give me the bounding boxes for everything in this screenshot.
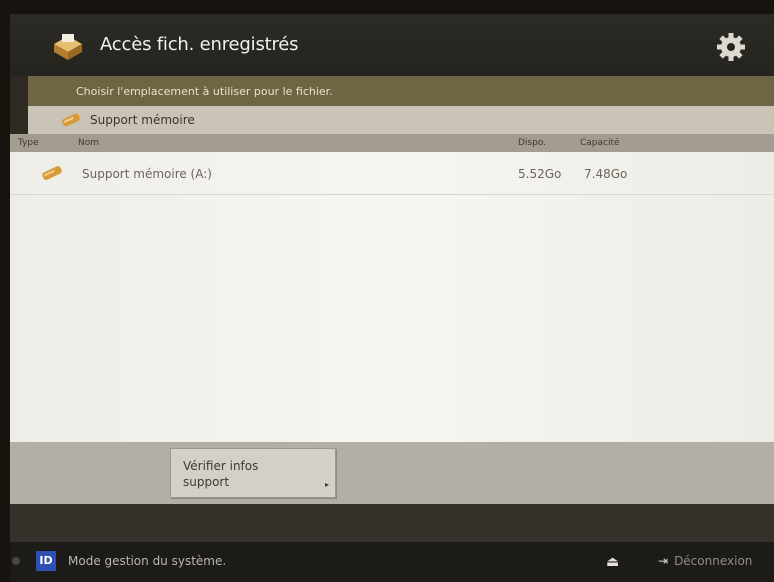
instruction-text: Choisir l'emplacement à utiliser pour le… — [76, 85, 333, 98]
column-free: Dispo. — [518, 138, 547, 148]
gear-icon[interactable] — [716, 32, 746, 62]
location-label: Support mémoire — [90, 113, 195, 127]
file-drawer-icon — [54, 34, 82, 60]
header-bar: Accès fich. enregistrés — [10, 14, 774, 76]
bottom-toolbar: Vérifier infos support ▸ — [10, 442, 774, 504]
memory-media-icon — [62, 113, 80, 127]
check-media-info-label: Vérifier infos support — [183, 459, 259, 489]
spacer-bar — [10, 504, 774, 542]
column-name: Nom — [78, 138, 100, 148]
logout-button[interactable]: ⇥ Déconnexion — [658, 554, 752, 568]
page-title: Accès fich. enregistrés — [100, 34, 299, 55]
instruction-bar: Choisir l'emplacement à utiliser pour le… — [28, 76, 774, 106]
list-item[interactable]: Support mémoire (A:) 5.52Go 7.48Go — [10, 152, 774, 195]
device-screen: Accès fich. enregistrés Choisir l'emplac… — [10, 14, 774, 582]
file-list: Support mémoire (A:) 5.52Go 7.48Go — [10, 152, 774, 442]
logout-icon: ⇥ — [658, 554, 669, 568]
arrow-right-icon: ▸ — [325, 480, 330, 489]
item-free: 5.52Go — [518, 167, 562, 181]
column-capacity: Capacité — [580, 138, 620, 148]
id-badge-icon: ID — [36, 551, 56, 571]
check-media-info-button[interactable]: Vérifier infos support ▸ — [170, 448, 336, 498]
system-mode-text: Mode gestion du système. — [68, 554, 227, 568]
eject-icon[interactable]: ⏏ — [606, 554, 619, 570]
column-type: Type — [18, 138, 39, 148]
column-headers: Type Nom Dispo. Capacité — [10, 134, 774, 152]
item-capacity: 7.48Go — [584, 167, 628, 181]
status-bar: ID Mode gestion du système. ⏏ ⇥ Déconnexi… — [10, 542, 774, 582]
location-bar[interactable]: Support mémoire — [28, 106, 774, 134]
memory-media-icon — [42, 166, 62, 180]
item-name: Support mémoire (A:) — [82, 167, 212, 181]
logout-label: Déconnexion — [674, 554, 753, 568]
status-dot-icon — [12, 557, 20, 565]
